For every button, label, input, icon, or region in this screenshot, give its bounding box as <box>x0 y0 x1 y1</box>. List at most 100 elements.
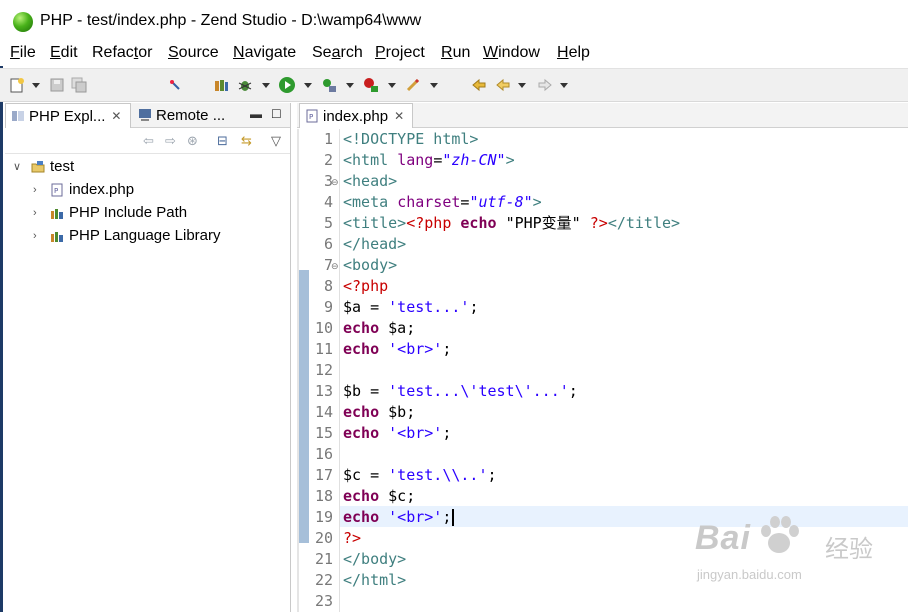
external-tools-dropdown-arrow-icon[interactable] <box>388 83 396 88</box>
menu-window[interactable]: Window <box>483 44 540 62</box>
chevron-right-icon[interactable]: › <box>33 207 37 219</box>
menu-refactor[interactable]: Refactor <box>92 44 152 62</box>
code-line-6: </head> <box>343 235 407 253</box>
line-number: 21 <box>314 550 333 568</box>
line-number: 14 <box>314 403 333 421</box>
chevron-right-icon[interactable]: › <box>33 184 37 196</box>
watermark-jingyan: 经验 <box>825 536 873 563</box>
up-nav-icon[interactable]: ⊛ <box>187 133 198 149</box>
php-file-icon: P <box>51 183 63 196</box>
back-arrow-icon[interactable] <box>494 76 512 94</box>
debug-icon[interactable] <box>236 76 254 94</box>
tree-label-index-php: index.php <box>69 181 135 198</box>
line-number: 10 <box>314 319 333 337</box>
line-number: 5 <box>323 214 333 232</box>
code-line-18: echo $c; <box>343 487 416 505</box>
close-icon[interactable]: ✕ <box>111 109 121 123</box>
code-line-7: <body> <box>343 256 398 274</box>
line-number: 2 <box>323 151 333 169</box>
code-line-20: ?> <box>343 529 362 547</box>
pin-editor-icon[interactable] <box>166 76 184 94</box>
debug-dropdown-arrow-icon[interactable] <box>262 83 270 88</box>
tab-index-php-label: index.php <box>323 107 389 125</box>
last-edit-location-icon[interactable] <box>470 76 488 94</box>
line-number: 3 <box>323 172 333 190</box>
fold-collapse-icon[interactable]: ⊖ <box>331 261 339 272</box>
profile-icon[interactable] <box>320 76 338 94</box>
line-number: 13 <box>314 382 333 400</box>
menu-source[interactable]: Source <box>168 44 219 62</box>
maximize-icon[interactable]: ☐ <box>271 107 282 121</box>
line-number: 22 <box>314 571 333 589</box>
text-caret <box>452 509 455 526</box>
back-nav-icon[interactable]: ⇦ <box>143 133 154 149</box>
minimize-icon[interactable]: ▬ <box>250 107 262 121</box>
code-line-4: <meta charset="utf-8"> <box>343 193 542 211</box>
line-number: 6 <box>323 235 333 253</box>
line-number: 18 <box>314 487 333 505</box>
line-number: 8 <box>323 277 333 295</box>
run-dropdown-arrow-icon[interactable] <box>304 83 312 88</box>
profile-dropdown-arrow-icon[interactable] <box>346 83 354 88</box>
tab-index-php[interactable]: P index.php ✕ <box>299 103 414 128</box>
tree-item-language-library[interactable]: › PHP Language Library <box>5 224 290 247</box>
tab-php-explorer-label: PHP Expl... <box>29 107 106 125</box>
code-line-9: $a = 'test...'; <box>343 298 479 316</box>
chevron-right-icon[interactable]: › <box>33 230 37 242</box>
tree-item-index-php[interactable]: › P index.php <box>5 178 290 201</box>
line-number: 15 <box>314 424 333 442</box>
code-line-10: echo $a; <box>343 319 416 337</box>
fold-collapse-icon[interactable]: ⊖ <box>331 177 339 188</box>
save-all-icon[interactable] <box>70 76 88 94</box>
php-explorer-icon <box>12 111 24 121</box>
zend-studio-app-icon <box>13 12 33 32</box>
save-icon[interactable] <box>48 76 66 94</box>
project-folder-icon <box>31 160 45 172</box>
menu-search[interactable]: Search <box>312 44 363 62</box>
tree-label-include-path: PHP Include Path <box>69 204 188 221</box>
php-file-icon: P <box>306 109 318 123</box>
back-dropdown-arrow-icon[interactable] <box>518 83 526 88</box>
menu-edit[interactable]: Edit <box>50 44 78 62</box>
code-line-17: $c = 'test.\\..'; <box>343 466 497 484</box>
code-line-5: <title><?php echo "PHP变量" ?></title> <box>343 214 681 232</box>
tree-item-project[interactable]: ∨ test <box>5 155 290 178</box>
line-number: 9 <box>323 298 333 316</box>
external-tools-icon[interactable] <box>362 76 380 94</box>
tab-remote-systems[interactable]: Remote ... <box>133 103 243 127</box>
tab-remote-systems-label: Remote ... <box>156 106 226 124</box>
project-tree: ∨ test › P index.php › PHP Include Path … <box>5 155 290 247</box>
collapse-all-icon[interactable]: ⊟ <box>217 133 228 149</box>
line-number: 7 <box>323 256 333 274</box>
code-line-15: echo '<br>'; <box>343 424 452 442</box>
new-file-icon[interactable] <box>8 76 26 94</box>
tree-label-project: test <box>50 158 75 175</box>
menu-run[interactable]: Run <box>441 44 470 62</box>
pencil-dropdown-arrow-icon[interactable] <box>430 83 438 88</box>
tab-php-explorer[interactable]: PHP Expl... ✕ <box>5 103 131 128</box>
code-line-19: echo '<br>'; <box>343 507 455 528</box>
menu-file[interactable]: File <box>10 44 36 62</box>
menu-project[interactable]: Project <box>375 44 425 62</box>
forward-dropdown-arrow-icon[interactable] <box>560 83 568 88</box>
php-library-icon[interactable] <box>212 76 230 94</box>
close-icon[interactable]: ✕ <box>394 109 404 123</box>
link-with-editor-icon[interactable]: ⇆ <box>241 133 252 149</box>
code-line-22: </html> <box>343 571 407 589</box>
forward-nav-icon[interactable]: ⇨ <box>165 133 176 149</box>
run-icon[interactable] <box>278 76 296 94</box>
view-menu-icon[interactable]: ▽ <box>271 133 281 149</box>
menu-navigate[interactable]: Navigate <box>233 44 296 62</box>
forward-arrow-icon[interactable] <box>536 76 554 94</box>
new-dropdown-arrow-icon[interactable] <box>32 83 40 88</box>
menu-bar: File Edit Refactor Source Navigate Searc… <box>0 42 908 66</box>
tree-item-include-path[interactable]: › PHP Include Path <box>5 201 290 224</box>
menu-help[interactable]: Help <box>557 44 590 62</box>
line-number: 12 <box>314 361 333 379</box>
left-view-toolbar: ⇦ ⇨ ⊛ ⊟ ⇆ ▽ <box>5 129 290 154</box>
tree-label-language-library: PHP Language Library <box>69 227 221 244</box>
chevron-down-icon[interactable]: ∨ <box>13 160 21 173</box>
line-number: 17 <box>314 466 333 484</box>
line-number: 1 <box>323 130 333 148</box>
pencil-icon[interactable] <box>404 76 422 94</box>
